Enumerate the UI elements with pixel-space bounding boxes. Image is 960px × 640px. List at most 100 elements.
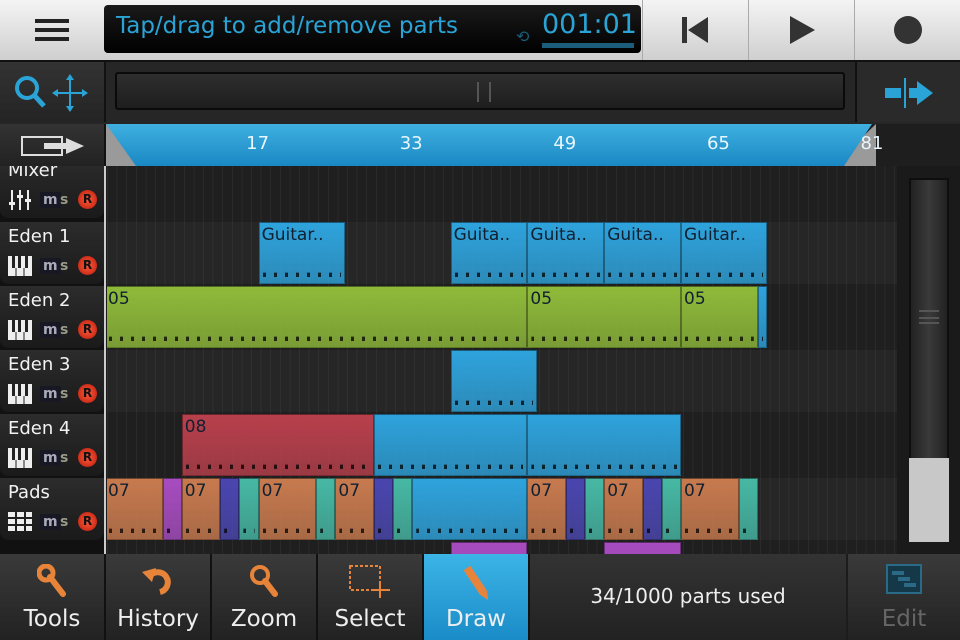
tools-label: Tools [23,606,81,632]
solo-button[interactable]: s [60,258,68,274]
pattern-part[interactable]: Guita.. [527,222,605,284]
track-header[interactable]: Eden 3 m s R [0,350,104,412]
history-label: History [117,606,199,632]
pattern-part[interactable] [220,478,240,540]
pattern-part[interactable]: 07 [681,478,739,540]
part-notes [262,528,313,533]
pattern-part[interactable] [585,478,605,540]
loop-toggle-button[interactable] [0,124,106,166]
marquee-select-icon [349,565,390,598]
pattern-part[interactable]: 07 [604,478,643,540]
pattern-part[interactable]: Guitar.. [681,222,768,284]
play-button[interactable] [748,0,854,60]
pattern-part[interactable]: 05 [527,286,681,348]
mute-button[interactable]: m [40,450,61,466]
mute-button[interactable]: m [40,322,61,338]
part-notes [589,528,601,533]
rewind-button[interactable] [642,0,748,60]
pattern-part[interactable] [757,286,768,348]
lcd-display: Tap/drag to add/remove parts ⟲ 001:01 [104,5,641,53]
track-lane[interactable] [107,166,897,220]
pattern-part[interactable]: 07 [258,478,317,540]
track-header[interactable]: Eden 4 m s R [0,414,104,476]
pattern-part[interactable] [642,478,662,540]
tools-button[interactable]: Tools [0,554,106,640]
pattern-part[interactable] [316,478,336,540]
track-header[interactable]: Eden 1 m s R [0,222,104,284]
follow-playhead-button[interactable] [855,62,960,122]
track-name: Eden 3 [8,354,71,375]
track-header[interactable]: Mixer m s R [0,166,104,218]
solo-button[interactable]: s [60,192,68,208]
zoom-button[interactable]: Zoom [212,554,318,640]
pattern-part[interactable]: 07 [107,478,163,540]
scroll-thumb[interactable] [909,458,949,542]
record-button[interactable] [854,0,960,60]
pattern-part[interactable] [373,414,528,476]
mute-button[interactable]: m [40,258,61,274]
record-arm-button[interactable]: R [78,448,97,467]
part-notes [454,272,524,277]
ruler-tick: 65 [706,133,730,154]
loop-range[interactable] [106,124,872,166]
part-notes [608,272,677,277]
pattern-part[interactable] [604,542,681,554]
pattern-part[interactable]: Guitar.. [258,222,345,284]
pattern-part[interactable] [450,542,528,554]
pattern-part[interactable]: Guita.. [604,222,681,284]
solo-button[interactable]: s [60,450,68,466]
pattern-part[interactable] [527,414,681,476]
mute-button[interactable]: m [40,514,61,530]
part-notes [665,528,677,533]
arrangement-grid[interactable]: Guitar.. Guita.. Guita.. Guita.. Guitar.. 05 0… [107,166,897,554]
edit-button[interactable]: Edit [848,554,960,640]
select-button[interactable]: Select [318,554,424,640]
mute-button[interactable]: m [40,386,61,402]
track-header[interactable]: Pads m s R [0,478,104,540]
part-notes [685,528,735,533]
pattern-part[interactable] [565,478,585,540]
record-arm-button[interactable]: R [78,512,97,531]
track-name: Eden 1 [8,226,71,247]
part-notes [185,464,370,469]
pattern-part[interactable] [162,478,182,540]
record-arm-button[interactable]: R [78,384,97,403]
draw-label: Draw [445,606,507,632]
solo-button[interactable]: s [60,322,68,338]
pattern-part[interactable]: Guita.. [450,222,528,284]
pattern-part[interactable]: 07 [335,478,374,540]
record-arm-button[interactable]: R [78,256,97,275]
menu-button[interactable] [0,0,104,60]
track-name: Pads [8,482,50,503]
solo-button[interactable]: s [60,514,68,530]
history-button[interactable]: History [106,554,212,640]
pattern-part[interactable] [373,478,393,540]
song-scrollbar[interactable] [115,72,845,110]
pattern-part[interactable] [393,478,413,540]
pattern-part[interactable]: 05 [681,286,758,348]
zoom-pan-button[interactable] [0,62,106,122]
track-name: Eden 2 [8,290,71,311]
pattern-part[interactable] [412,478,528,540]
pattern-part[interactable] [738,478,758,540]
pattern-part[interactable] [239,478,259,540]
pattern-part[interactable]: 07 [527,478,566,540]
part-notes [262,272,341,277]
timeline-ruler[interactable]: 17 33 49 65 81 [106,124,960,166]
part-label: Guitar.. [261,225,324,245]
part-notes [416,528,524,533]
scroll-grip[interactable] [477,82,491,102]
pattern-part[interactable]: 05 [107,286,528,348]
vertical-scrollbar[interactable] [897,166,960,554]
pattern-part[interactable]: 08 [181,414,374,476]
track-header[interactable]: Eden 2 m s R [0,286,104,348]
mute-button[interactable]: m [40,192,61,208]
record-arm-button[interactable]: R [78,190,97,209]
part-notes [339,528,370,533]
solo-button[interactable]: s [60,386,68,402]
draw-button[interactable]: Draw [424,554,530,640]
record-arm-button[interactable]: R [78,320,97,339]
pattern-part[interactable]: 07 [181,478,221,540]
pattern-part[interactable] [450,350,537,412]
pattern-part[interactable] [661,478,681,540]
